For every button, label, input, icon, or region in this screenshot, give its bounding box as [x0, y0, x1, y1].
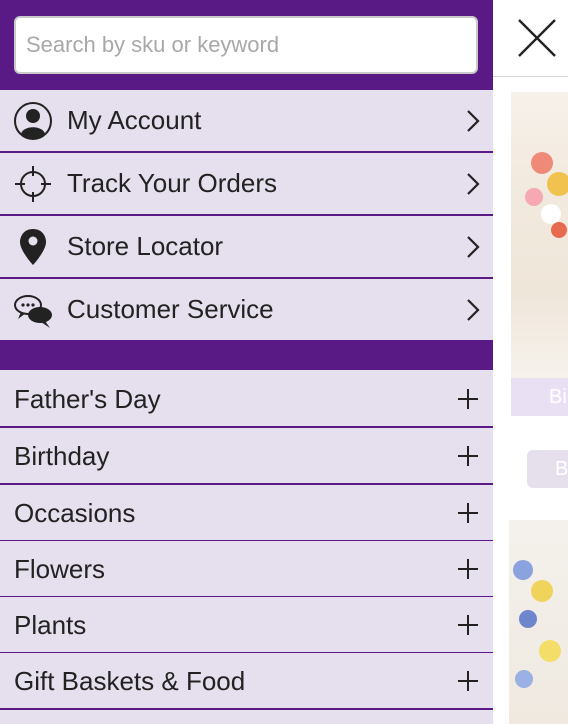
plus-icon[interactable]: [457, 388, 479, 410]
section-divider: [0, 340, 493, 370]
crosshair-icon: [15, 166, 51, 202]
nav-drawer: My Account Track Your Orders Store Locat…: [0, 0, 493, 724]
search-input[interactable]: [14, 16, 478, 74]
product-label[interactable]: Bi: [511, 378, 568, 416]
category-plants[interactable]: Plants: [0, 597, 493, 654]
category-gift-baskets-food[interactable]: Gift Baskets & Food: [0, 653, 493, 710]
product-image[interactable]: [509, 520, 568, 724]
background-header: [493, 0, 568, 77]
category-label: Occasions: [14, 498, 136, 528]
menu-item-label: My Account: [67, 105, 202, 135]
plus-icon[interactable]: [457, 558, 479, 580]
search-bar: [0, 0, 493, 90]
plus-icon[interactable]: [457, 445, 479, 467]
plus-icon[interactable]: [457, 614, 479, 636]
category-label: Gift Baskets & Food: [14, 666, 246, 696]
category-occasions[interactable]: Occasions: [0, 485, 493, 542]
category-label: Birthday: [14, 441, 110, 471]
chevron-right-icon: [467, 299, 480, 321]
category-birthday[interactable]: Birthday: [0, 428, 493, 485]
category-label: Plants: [14, 610, 87, 640]
menu-item-customer-service[interactable]: Customer Service: [0, 279, 493, 342]
menu-item-track-orders[interactable]: Track Your Orders: [0, 153, 493, 216]
menu-item-label: Track Your Orders: [67, 168, 278, 198]
category-label: Father's Day: [14, 384, 161, 414]
product-image[interactable]: [511, 92, 568, 378]
chat-bubbles-icon: [14, 295, 52, 328]
product-button[interactable]: B: [527, 450, 568, 488]
chevron-right-icon: [467, 236, 480, 258]
category-fathers-day[interactable]: Father's Day: [0, 371, 493, 428]
category-flowers[interactable]: Flowers: [0, 541, 493, 598]
map-pin-icon: [20, 229, 46, 265]
background-page: Bi B: [493, 0, 568, 724]
user-icon: [14, 102, 52, 140]
category-label: Flowers: [14, 554, 106, 584]
close-icon[interactable]: [515, 16, 559, 60]
plus-icon[interactable]: [457, 502, 479, 524]
menu-item-label: Customer Service: [67, 294, 274, 324]
plus-icon[interactable]: [457, 670, 479, 692]
chevron-right-icon: [467, 110, 480, 132]
menu-item-store-locator[interactable]: Store Locator: [0, 216, 493, 279]
menu-item-label: Store Locator: [67, 231, 224, 261]
menu-item-my-account[interactable]: My Account: [0, 90, 493, 153]
chevron-right-icon: [467, 173, 480, 195]
